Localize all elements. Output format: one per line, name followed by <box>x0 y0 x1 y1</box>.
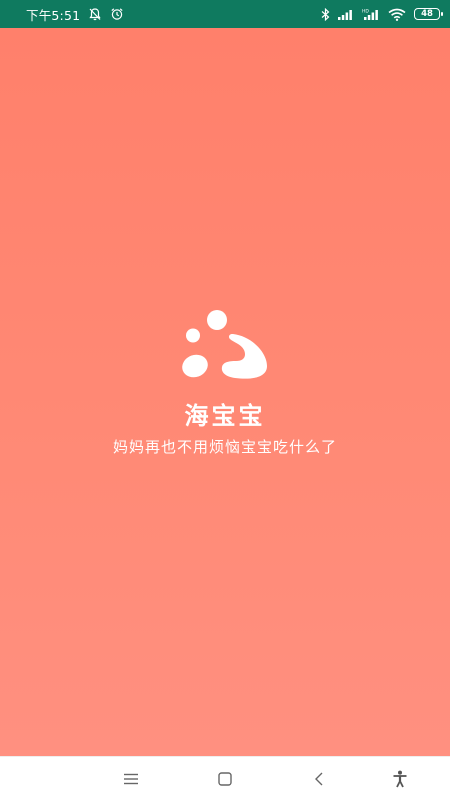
status-bar: 下午5:51 HD 48 <box>0 0 450 28</box>
navigation-bar <box>0 756 450 800</box>
app-tagline: 妈妈再也不用烦恼宝宝吃什么了 <box>112 438 337 456</box>
svg-text:HD: HD <box>362 9 369 15</box>
battery-level: 48 <box>421 9 433 19</box>
bluetooth-icon <box>321 7 330 21</box>
status-time: 下午5:51 <box>26 7 81 23</box>
accessibility-icon <box>392 770 408 788</box>
home-button[interactable] <box>213 767 237 791</box>
app-logo-icon <box>182 310 267 379</box>
app-screen: 下午5:51 HD 48 海宝宝 妈妈再也不用烦恼宝宝吃什么了 <box>0 0 450 800</box>
notification-muted-icon <box>88 7 102 21</box>
home-icon <box>217 771 233 787</box>
cellular-signal-hd-icon: HD <box>362 8 380 20</box>
splash-screen: 海宝宝 妈妈再也不用烦恼宝宝吃什么了 <box>0 28 450 756</box>
status-bar-right: HD 48 <box>321 7 443 21</box>
status-bar-left: 下午5:51 <box>26 5 124 24</box>
battery-icon: 48 <box>414 8 443 20</box>
app-name: 海宝宝 <box>184 402 266 430</box>
wifi-icon <box>388 8 406 21</box>
menu-icon <box>123 773 139 785</box>
accessibility-button[interactable] <box>388 767 412 791</box>
back-button[interactable] <box>307 767 331 791</box>
alarm-icon <box>110 7 124 21</box>
cellular-signal-icon <box>338 8 354 20</box>
menu-button[interactable] <box>119 767 143 791</box>
back-icon <box>313 771 325 787</box>
